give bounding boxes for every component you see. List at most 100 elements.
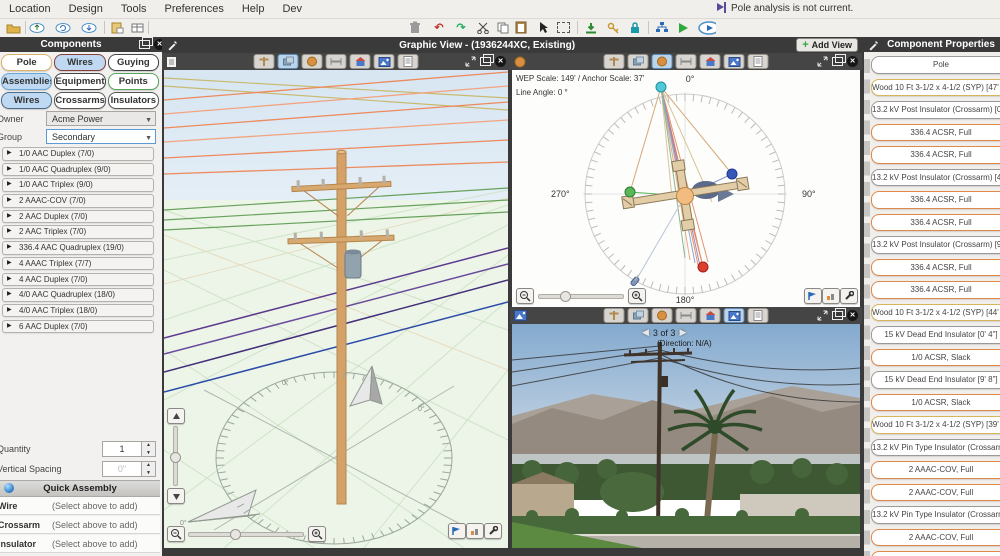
expand-icon[interactable] — [817, 56, 828, 67]
zoom-in-button[interactable] — [308, 526, 326, 542]
menu-dev[interactable]: Dev — [273, 0, 311, 18]
report-view-icon[interactable] — [397, 54, 419, 69]
pole-view-icon[interactable] — [253, 54, 275, 69]
three-d-view-icon[interactable] — [277, 54, 299, 69]
layers-button[interactable] — [822, 288, 840, 304]
property-item[interactable]: 13.2 kV Post Insulator (Crossarm) [9' 8"… — [871, 236, 1000, 254]
report-view-icon[interactable] — [747, 308, 769, 323]
menu-tools[interactable]: Tools — [112, 0, 156, 18]
scene-view-icon[interactable] — [349, 54, 371, 69]
previous-photo-button[interactable]: ◀ — [642, 327, 649, 338]
property-item[interactable]: 15 kV Dead End Insulator [0' 4"] — [871, 326, 1000, 344]
top-down-view-icon[interactable] — [651, 54, 673, 69]
property-item[interactable]: 336.4 ACSR, Full — [871, 213, 1000, 231]
quick-assembly-insulator-row[interactable]: Insulator (Select above to add) — [0, 535, 160, 553]
cloud-sync-icon[interactable] — [54, 20, 72, 35]
expand-icon[interactable] — [465, 56, 476, 67]
pan-up-button[interactable] — [167, 408, 185, 424]
marquee-select-icon[interactable] — [554, 20, 572, 35]
menu-location[interactable]: Location — [0, 0, 60, 18]
expand-arrow-icon[interactable]: ▶ — [7, 305, 12, 317]
cloud-run-icon[interactable] — [698, 20, 716, 35]
expand-arrow-icon[interactable]: ▶ — [7, 179, 12, 191]
property-item[interactable]: 15 kV Dead End Insulator [9' 8"] — [871, 371, 1000, 389]
expand-arrow-icon[interactable]: ▶ — [7, 195, 12, 207]
menu-preferences[interactable]: Preferences — [156, 0, 233, 18]
property-item[interactable]: 2 AAAC-COV, Full — [871, 483, 1000, 501]
tab-points[interactable]: Points — [107, 73, 159, 90]
copy-icon[interactable] — [494, 20, 512, 35]
keys-icon[interactable] — [604, 20, 622, 35]
property-item[interactable]: 2 AAAC-COV, Full — [871, 461, 1000, 479]
list-item[interactable]: ▶ 4 AAAC Triplex (7/7) — [2, 256, 154, 271]
import-download-icon[interactable] — [582, 20, 600, 35]
pan-down-button[interactable] — [167, 488, 185, 504]
group-select[interactable]: Secondary ▼ — [46, 129, 156, 144]
zoom-slider-knob[interactable] — [560, 291, 571, 302]
pole-view-icon[interactable] — [603, 308, 625, 323]
expand-icon[interactable] — [817, 310, 828, 321]
property-item[interactable]: Wood 10 Ft 3-1/2 x 4-1/2 (SYP) [47' 8"] — [871, 78, 1000, 96]
tab-assemblies[interactable]: Assemblies — [1, 73, 53, 90]
list-item[interactable]: ▶ 6 AAC Duplex (7/0) — [2, 319, 154, 334]
cloud-download-icon[interactable] — [80, 20, 98, 35]
run-analysis-icon[interactable] — [674, 20, 692, 35]
property-item[interactable]: Wood 10 Ft 3-1/2 x 4-1/2 (SYP) [39' 1"] — [871, 416, 1000, 434]
list-item[interactable]: ▶ 4 AAC Duplex (7/0) — [2, 272, 154, 286]
expand-arrow-icon[interactable]: ▶ — [7, 289, 12, 301]
trash-icon[interactable] — [406, 20, 424, 35]
property-item[interactable]: 13.2 kV Pin Type Insulator (Crossarm) [0… — [871, 438, 1000, 456]
measure-view-icon[interactable] — [325, 54, 347, 69]
zoom-out-button[interactable] — [516, 288, 534, 304]
property-item[interactable]: 1/0 ACSR, Slack — [871, 348, 1000, 366]
three-d-canvas[interactable]: 0° 0° 0° — [162, 70, 510, 548]
photo-view-icon[interactable] — [723, 308, 745, 323]
lock-icon[interactable] — [626, 20, 644, 35]
export-icon[interactable] — [108, 20, 126, 35]
zoom-slider-track[interactable] — [538, 294, 624, 299]
property-item[interactable]: Wood 10 Ft 3-1/2 x 4-1/2 (SYP) [44' 7"] — [871, 303, 1000, 321]
vertical-spacing-stepper[interactable]: ▲ ▼ — [141, 461, 156, 477]
list-item[interactable]: ▶ 4/0 AAC Triplex (18/0) — [2, 303, 154, 318]
property-item[interactable]: 336.4 ACSR, Full — [871, 281, 1000, 299]
cursor-select-icon[interactable] — [534, 20, 552, 35]
plan-view-canvas[interactable]: 0° 90° 270° 180° WEP Scale: 149' / Ancho… — [510, 70, 862, 307]
menu-help[interactable]: Help — [233, 0, 274, 18]
tab-wires[interactable]: Wires — [54, 54, 106, 71]
tab-type-wires[interactable]: Wires — [1, 92, 53, 109]
scene-view-icon[interactable] — [699, 54, 721, 69]
property-item[interactable]: 336.4 ACSR, Full — [871, 191, 1000, 209]
close-icon[interactable]: ✕ — [847, 56, 858, 67]
quantity-stepper[interactable]: ▲ ▼ — [141, 441, 156, 457]
property-item[interactable]: Pole — [871, 56, 1000, 74]
owner-select[interactable]: Acme Power ▼ — [46, 111, 156, 126]
photo-view-icon[interactable] — [373, 54, 395, 69]
list-item[interactable]: ▶ 2 AAC Triplex (7/0) — [2, 225, 154, 239]
tab-equipment[interactable]: Equipment — [54, 73, 106, 90]
open-folder-icon[interactable] — [4, 20, 22, 35]
top-down-view-icon[interactable] — [301, 54, 323, 69]
expand-arrow-icon[interactable]: ▶ — [7, 258, 12, 270]
next-photo-button[interactable]: ▶ — [679, 327, 686, 338]
table-icon[interactable] — [128, 20, 146, 35]
measure-view-icon[interactable] — [675, 54, 697, 69]
annotation-flag-button[interactable] — [448, 523, 466, 539]
expand-arrow-icon[interactable]: ▶ — [7, 211, 12, 223]
report-view-icon[interactable] — [747, 54, 769, 69]
quick-assembly-crossarm-row[interactable]: Crossarm (Select above to add) — [0, 516, 160, 534]
property-item[interactable]: 336.4 ACSR, Full — [871, 146, 1000, 164]
measure-view-icon[interactable] — [675, 308, 697, 323]
list-item[interactable]: ▶ 336.4 AAC Quadruplex (19/0) — [2, 241, 154, 255]
property-item[interactable]: 2 AAAC-COV, Full — [871, 551, 1000, 556]
expand-arrow-icon[interactable]: ▶ — [7, 321, 12, 333]
hierarchy-icon[interactable] — [652, 20, 670, 35]
list-item[interactable]: ▶ 1/0 AAC Triplex (9/0) — [2, 178, 154, 192]
popout-icon[interactable] — [480, 54, 494, 66]
property-item[interactable]: 13.2 kV Post Insulator (Crossarm) [0' 4"… — [871, 101, 1000, 119]
three-d-view-icon[interactable] — [627, 308, 649, 323]
zoom-slider-knob[interactable] — [230, 529, 241, 540]
menu-design[interactable]: Design — [60, 0, 112, 18]
quantity-input[interactable]: 1 — [102, 441, 142, 457]
property-item[interactable]: 336.4 ACSR, Full — [871, 258, 1000, 276]
scene-view-icon[interactable] — [699, 308, 721, 323]
